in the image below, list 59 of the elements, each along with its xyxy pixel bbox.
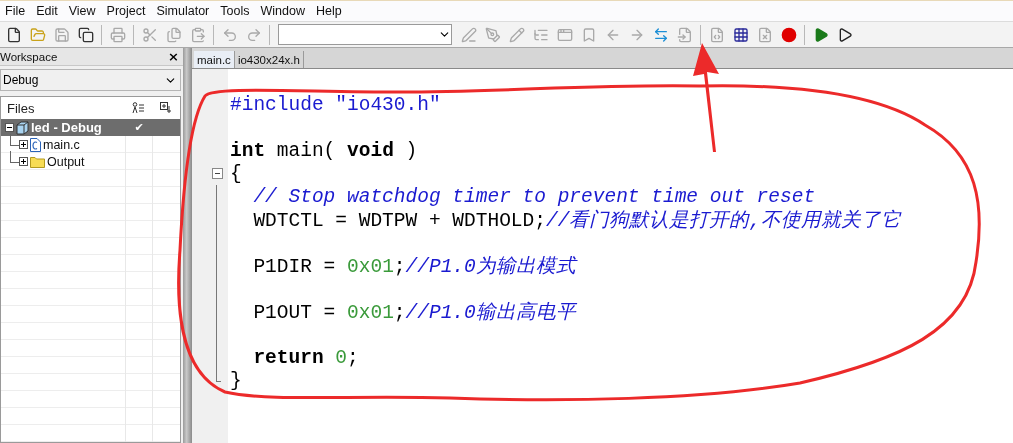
menu-item[interactable]: Help xyxy=(310,4,348,18)
scissors-icon xyxy=(141,26,158,43)
code-line: P1OUT = 0x01;//P1.0输出高电平 xyxy=(252,300,576,325)
close-button[interactable]: × xyxy=(168,49,179,64)
editor-tab[interactable]: main.c xyxy=(194,51,235,68)
splitter-bar[interactable] xyxy=(183,48,192,443)
code-line: // Stop watchdog timer to prevent time out reset xyxy=(252,185,816,208)
cube-icon xyxy=(16,120,29,135)
undo-icon xyxy=(221,26,238,43)
menu-item[interactable]: View xyxy=(63,4,102,18)
tree-item-label: main.c xyxy=(43,137,80,152)
folder-icon xyxy=(29,26,46,43)
code-line: P1DIR = 0x01;//P1.0为输出模式 xyxy=(252,255,576,279)
paste-icon xyxy=(189,26,206,43)
code-line: return 0; xyxy=(252,346,359,369)
menu-item[interactable]: Project xyxy=(101,4,152,18)
menu-item[interactable]: File xyxy=(0,4,32,18)
tree-row[interactable]: main.c xyxy=(1,136,180,153)
pen-icon xyxy=(460,26,477,43)
grid-icon xyxy=(732,26,749,43)
menu-item[interactable]: Tools xyxy=(215,4,256,18)
expander-icon[interactable] xyxy=(19,140,28,149)
code-file-icon xyxy=(708,26,725,43)
file-icon xyxy=(5,26,22,43)
dot-icon xyxy=(780,26,797,43)
check-mark: ✔ xyxy=(133,121,145,134)
c-file-icon xyxy=(30,137,41,152)
code-line: } xyxy=(230,369,242,392)
copy-icon xyxy=(165,26,182,43)
tree-item-label: Output xyxy=(47,154,85,169)
menu-item[interactable]: Edit xyxy=(31,4,64,18)
configuration-dropdown[interactable]: Debug xyxy=(0,69,181,91)
redo-icon xyxy=(245,26,262,43)
options-icon[interactable] xyxy=(159,102,172,114)
double-arrow-icon xyxy=(652,26,669,43)
tree-row[interactable]: led - Debug ✔ xyxy=(1,119,180,136)
tree-row[interactable]: Output xyxy=(1,153,180,170)
tree-item-label: led - Debug xyxy=(31,120,102,135)
pen-nib-icon xyxy=(484,26,501,43)
code-line: int main( void ) xyxy=(230,139,418,162)
code-line: #include "io430.h" xyxy=(230,93,441,116)
menu-item[interactable]: Simulator xyxy=(151,4,216,18)
sort-icon[interactable] xyxy=(132,102,145,114)
panel-title: Workspace xyxy=(0,50,58,63)
column-header: Files xyxy=(6,100,36,116)
combo-field[interactable] xyxy=(278,24,452,45)
printer-icon xyxy=(109,26,126,43)
expander-icon[interactable] xyxy=(19,157,28,166)
pencil-icon xyxy=(508,26,525,43)
editor-tab[interactable]: io430x24x.h xyxy=(234,51,304,68)
file-x-icon xyxy=(756,26,773,43)
window-icon xyxy=(556,26,573,43)
code-line: { xyxy=(230,162,242,185)
code-line: WDTCTL = WDTPW + WDTHOLD;//看门狗默认是打开的,不使用就关了它 xyxy=(252,208,902,233)
menu-item[interactable]: Window xyxy=(255,4,311,18)
folder-icon xyxy=(30,155,45,168)
file-arrow-icon xyxy=(676,26,693,43)
expander-icon[interactable] xyxy=(5,123,14,132)
fold-icon[interactable] xyxy=(212,168,223,179)
